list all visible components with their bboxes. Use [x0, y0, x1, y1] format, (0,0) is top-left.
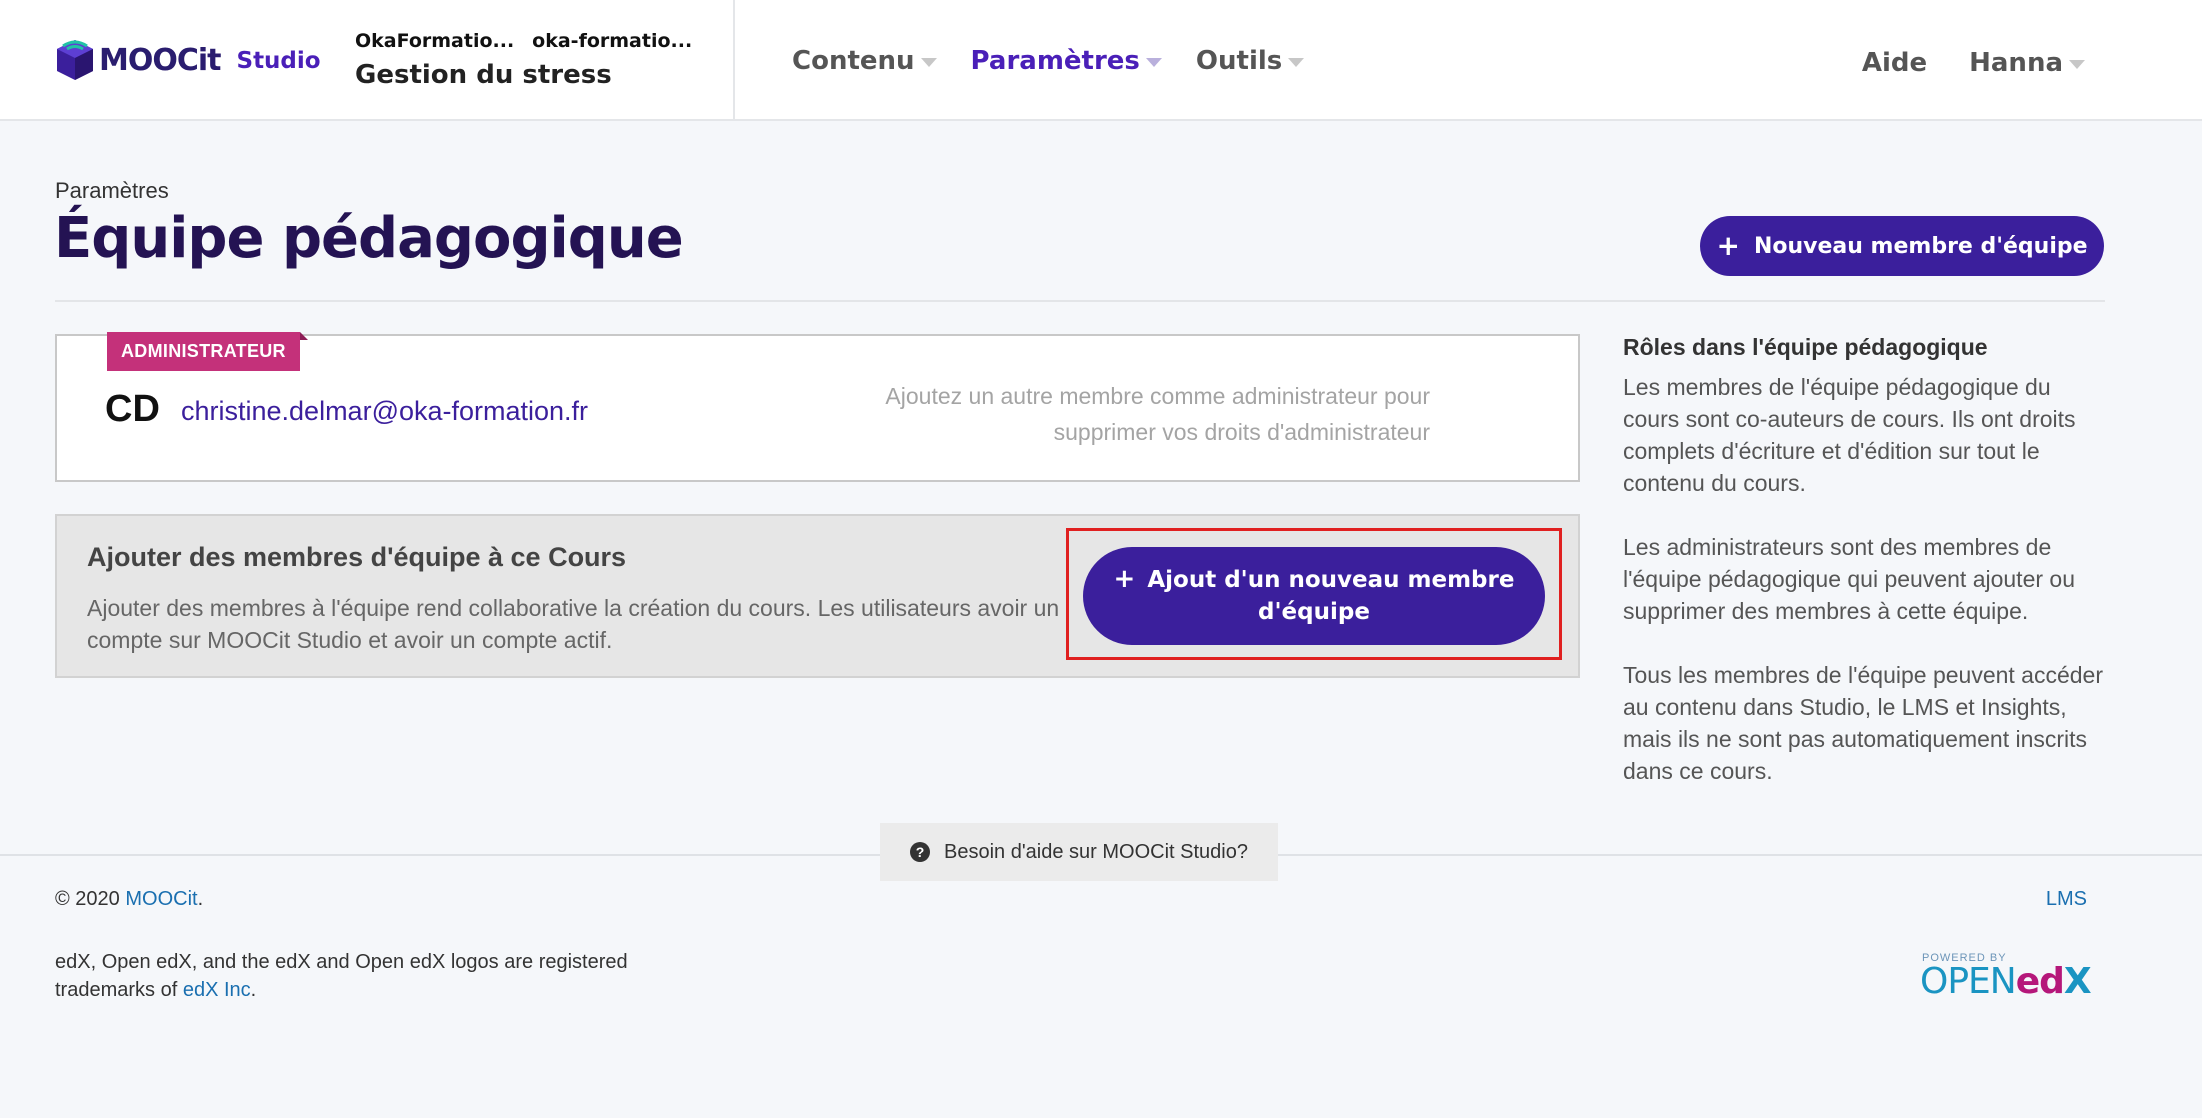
trademark-suffix: .	[250, 979, 257, 1001]
studio-logo[interactable]: MOOCit Studio	[55, 38, 321, 82]
roles-paragraph: Les administrateurs sont des membres de …	[1623, 534, 2075, 624]
powered-by-openedx-logo[interactable]: POWERED BY OPENedX	[1920, 952, 2100, 1002]
openedx-x: X	[2063, 961, 2092, 1002]
moocit-cube-icon	[57, 40, 93, 80]
copyright-prefix: © 2020	[55, 888, 120, 910]
caret-down-icon	[1145, 57, 1162, 67]
copyright-suffix: .	[197, 888, 204, 910]
nav-contenu-label: Contenu	[792, 46, 915, 76]
question-circle-icon: ?	[910, 842, 931, 862]
header-divider	[733, 0, 735, 121]
add-new-team-member-button[interactable]: + Ajout d'un nouveau membre d'équipe	[1083, 547, 1545, 645]
course-title: Gestion du stress	[355, 60, 612, 90]
moocit-link[interactable]: MOOCit	[125, 888, 197, 910]
roles-sidebar-title: Rôles dans l'équipe pédagogique	[1623, 334, 1988, 360]
page-subtitle: Paramètres	[55, 178, 169, 203]
roles-paragraph: Tous les membres de l'équipe peuvent acc…	[1623, 662, 2104, 784]
plus-icon: +	[1716, 229, 1740, 262]
help-link-label: Aide	[1861, 48, 1928, 78]
course-org: OkaFormatio...	[355, 30, 515, 52]
new-team-member-label: Nouveau membre d'équipe	[1753, 233, 2088, 259]
edx-inc-link[interactable]: edX Inc	[183, 979, 251, 1001]
role-badge: ADMINISTRATEUR	[107, 332, 308, 371]
plus-icon: +	[1113, 564, 1136, 594]
openedx-open: OPEN	[1920, 961, 2017, 1002]
member-initials: CD	[105, 388, 160, 430]
caret-down-icon	[1288, 57, 1305, 67]
team-member-card: ADMINISTRATEUR CD christine.delmar@oka-f…	[55, 332, 1580, 482]
add-button-line1: Ajout d'un nouveau membre	[1147, 567, 1515, 593]
add-button-line2: d'équipe	[1258, 599, 1370, 625]
add-members-description: Ajouter des membres à l'équipe rend coll…	[87, 595, 1060, 653]
nav-outils-label: Outils	[1195, 46, 1283, 76]
trademark-notice: edX, Open edX, and the edX and Open edX …	[55, 948, 675, 1004]
openedx-ed: ed	[2015, 961, 2065, 1002]
user-menu[interactable]: Hanna	[1969, 48, 2085, 78]
nav-parametres-label: Paramètres	[970, 46, 1140, 76]
trademark-text: edX, Open edX, and the edX and Open edX …	[55, 951, 628, 1001]
page-title: Équipe pédagogique	[54, 206, 684, 271]
new-team-member-button[interactable]: + Nouveau membre d'équipe	[1700, 216, 2104, 276]
add-members-title: Ajouter des membres d'équipe à ce Cours	[87, 542, 627, 572]
roles-sidebar: Rôles dans l'équipe pédagogique Les memb…	[1623, 334, 2103, 819]
nav-outils[interactable]: Outils	[1195, 46, 1305, 76]
help-link[interactable]: Aide	[1862, 48, 1927, 78]
lms-link[interactable]: LMS	[2046, 888, 2087, 911]
help-tab-label: Besoin d'aide sur MOOCit Studio?	[944, 840, 1248, 863]
main-nav: Contenu Paramètres Outils	[792, 46, 1338, 76]
add-new-team-member-label: + Ajout d'un nouveau membre d'équipe	[1114, 564, 1515, 628]
caret-down-icon	[2069, 59, 2085, 69]
help-tab[interactable]: ? Besoin d'aide sur MOOCit Studio?	[880, 823, 1278, 881]
roles-paragraph: Les membres de l'équipe pédagogique du c…	[1623, 374, 2076, 496]
course-number: oka-formatio...	[532, 30, 693, 52]
app-header: MOOCit Studio OkaFormatio... oka-formati…	[0, 0, 2202, 121]
user-nav: Aide Hanna	[1862, 48, 2085, 78]
openedx-wordmark: OPENedX	[1920, 964, 2100, 1000]
title-divider	[55, 300, 2105, 302]
product-name: Studio	[236, 48, 321, 74]
course-identifiers: OkaFormatio... oka-formatio...	[355, 30, 692, 52]
caret-down-icon	[920, 57, 937, 67]
nav-parametres[interactable]: Paramètres	[971, 46, 1162, 76]
course-info[interactable]: OkaFormatio... oka-formatio... Gestion d…	[355, 30, 692, 90]
copyright: © 2020 MOOCit.	[55, 888, 203, 911]
nav-contenu[interactable]: Contenu	[792, 46, 937, 76]
admin-note: Ajoutez un autre membre comme administra…	[885, 383, 1430, 445]
brand-name: MOOCit	[99, 42, 221, 78]
user-name: Hanna	[1969, 48, 2063, 78]
member-email-link[interactable]: christine.delmar@oka-formation.fr	[181, 396, 588, 427]
